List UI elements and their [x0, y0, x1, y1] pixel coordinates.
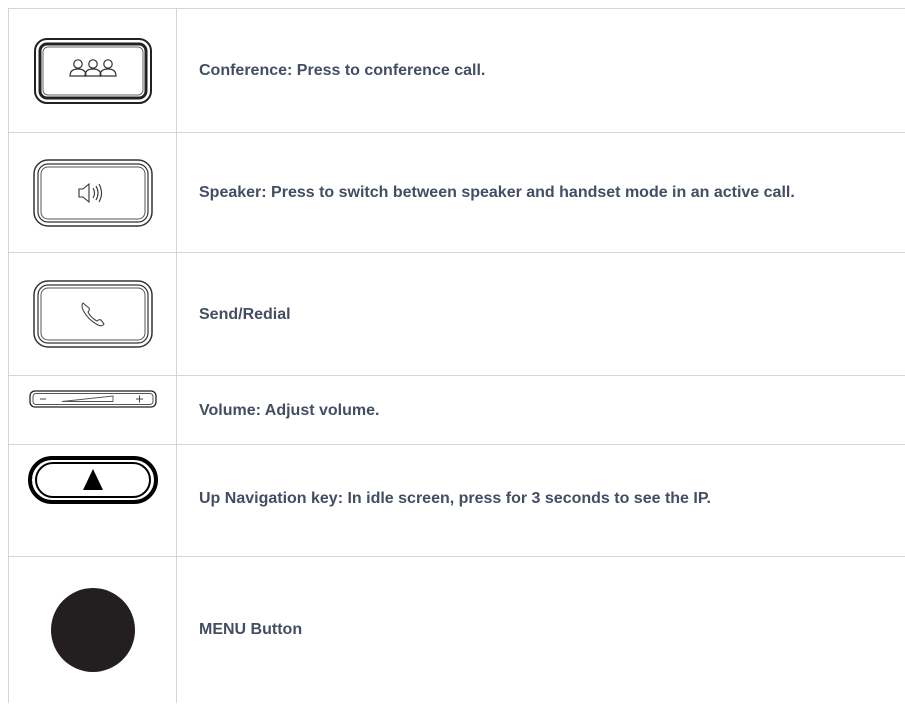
description-cell: Volume: Adjust volume.: [199, 401, 380, 419]
conference-key-icon: [33, 37, 152, 104]
description-cell: Conference: Press to conference call.: [199, 62, 486, 79]
icon-cell: [8, 9, 177, 132]
description-cell: Send/Redial: [199, 305, 291, 323]
icon-cell: [8, 557, 177, 703]
table-row: Speaker: Press to switch between speaker…: [8, 132, 905, 252]
menu-button-icon: [50, 588, 135, 672]
table-row: Volume: Adjust volume.: [8, 375, 905, 444]
icon-cell: [8, 133, 177, 252]
send-redial-key-icon: [32, 280, 153, 348]
table-row: MENU Button: [8, 556, 905, 703]
table-row: Up Navigation key: In idle screen, press…: [8, 444, 905, 556]
icon-cell: [8, 376, 177, 444]
description-cell: Speaker: Press to switch between speaker…: [199, 184, 795, 201]
up-navigation-key-icon: [27, 456, 158, 504]
description-cell: Up Navigation key: In idle screen, press…: [199, 490, 711, 507]
speaker-key-icon: [32, 158, 153, 227]
button-description-table: Conference: Press to conference call. Sp…: [8, 8, 905, 703]
icon-cell: [8, 445, 177, 556]
description-cell: MENU Button: [199, 621, 303, 638]
table-row: Conference: Press to conference call.: [8, 8, 905, 132]
table-row: Send/Redial: [8, 252, 905, 375]
volume-key-icon: [28, 390, 157, 408]
icon-cell: [8, 253, 177, 375]
